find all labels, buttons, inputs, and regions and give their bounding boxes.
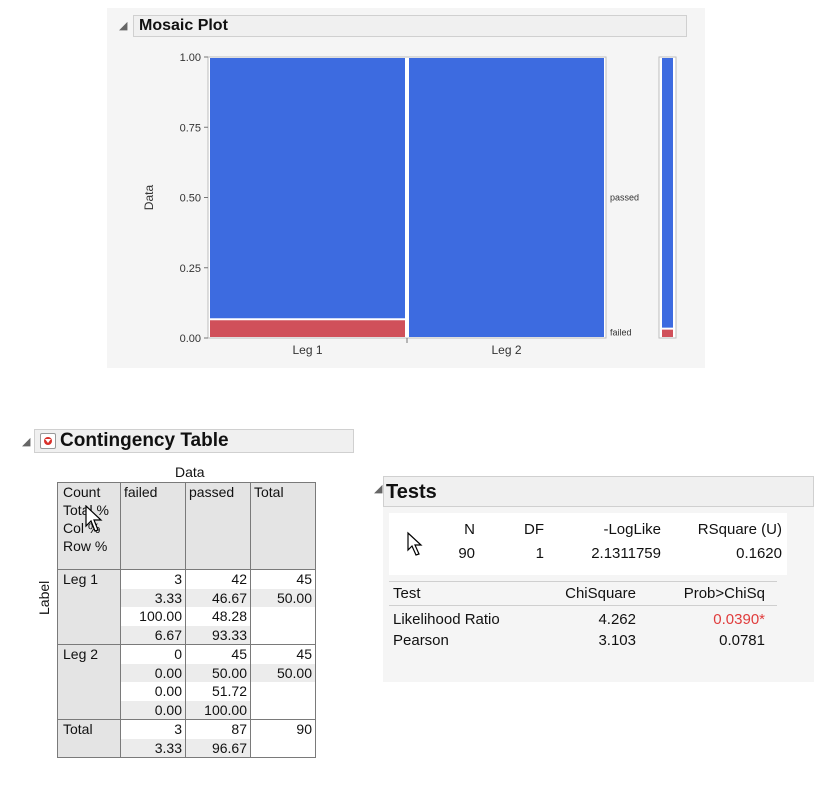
value: 50.00 — [186, 663, 250, 682]
value: 50.00 — [251, 663, 315, 682]
cell-total-passed: 87 96.67 — [185, 719, 251, 758]
cell-total-total: 90 — [250, 719, 316, 758]
contingency-row-group-label: Label — [36, 580, 52, 615]
y-tick-label: 0.75 — [180, 122, 201, 134]
value-df: 1 — [535, 545, 544, 562]
row-label-leg1: Leg 1 — [57, 569, 121, 645]
tests-header[interactable]: Tests — [383, 476, 814, 507]
contingency-disclosure-icon[interactable]: ◢ — [22, 436, 30, 448]
cell-total-failed: 3 3.33 — [120, 719, 186, 758]
x-category-label: Leg 1 — [292, 343, 322, 357]
table-row: Leg 2 0 0.00 0.00 0.00 45 50.00 51.72 10… — [57, 644, 316, 720]
value: 42 — [231, 571, 247, 587]
y-tick-label: 0.25 — [180, 263, 201, 275]
cell-leg1-total: 45 50.00 — [250, 569, 316, 645]
value-loglike: 2.1311759 — [591, 545, 661, 562]
value: 51.72 — [211, 683, 247, 699]
value: 0.00 — [121, 663, 185, 682]
y-tick-label: 0.00 — [180, 333, 201, 345]
value: 0.00 — [154, 683, 182, 699]
mosaic-bar-failed — [210, 320, 405, 337]
value: 45 — [231, 646, 247, 662]
mouse-cursor-icon — [85, 505, 103, 532]
value: 48.28 — [211, 608, 247, 624]
value: 100.00 — [139, 608, 182, 624]
value: 96.67 — [186, 738, 250, 757]
cell-leg1-passed: 42 46.67 48.28 93.33 — [185, 569, 251, 645]
col-header-rsquare: RSquare (U) — [697, 521, 782, 538]
contingency-col-group-label: Data — [175, 464, 205, 480]
prob-likelihood-significant: 0.0390* — [713, 611, 765, 628]
key-row-pct: Row % — [63, 538, 108, 554]
prob-pearson: 0.0781 — [719, 632, 765, 649]
cell-leg2-total: 45 50.00 — [250, 644, 316, 720]
col-header-test: Test — [393, 585, 421, 602]
red-triangle-menu-button[interactable] — [40, 433, 56, 449]
col-header-chisquare: ChiSquare — [565, 585, 636, 602]
chisq-likelihood: 4.262 — [598, 611, 636, 628]
col-header-loglike: -LogLike — [603, 521, 661, 538]
value: 45 — [296, 571, 312, 587]
row-label-total: Total — [57, 719, 121, 758]
value: 3.33 — [121, 588, 185, 607]
tests-disclosure-icon[interactable]: ◢ — [374, 483, 382, 495]
col-header-prob: Prob>ChiSq — [683, 585, 765, 602]
col-header-passed: passed — [185, 482, 251, 570]
col-header-failed: failed — [120, 482, 186, 570]
divider — [389, 605, 777, 606]
mosaic-disclosure-icon[interactable]: ◢ — [119, 20, 127, 32]
cell-leg1-failed: 3 3.33 100.00 6.67 — [120, 569, 186, 645]
mosaic-plot-title: Mosaic Plot — [139, 17, 228, 34]
table-row: Leg 1 3 3.33 100.00 6.67 42 46.67 48.28 … — [57, 569, 316, 645]
value: 50.00 — [251, 588, 315, 607]
chisq-pearson: 3.103 — [598, 632, 636, 649]
x-category-label: Leg 2 — [491, 343, 521, 357]
value-rsquare: 0.1620 — [736, 545, 782, 562]
level-label-passed: passed — [610, 193, 639, 203]
mosaic-bar-passed — [210, 58, 405, 319]
contingency-table-header[interactable]: Contingency Table — [34, 429, 354, 453]
mouse-cursor-icon — [407, 531, 423, 556]
level-label-failed: failed — [610, 327, 632, 337]
value: 100.00 — [186, 700, 250, 719]
divider — [389, 581, 777, 582]
col-header-n: N — [464, 521, 475, 538]
value: 0.00 — [121, 700, 185, 719]
value: 3.33 — [121, 738, 185, 757]
y-axis-label: Data — [142, 185, 156, 211]
cell-leg2-failed: 0 0.00 0.00 0.00 — [120, 644, 186, 720]
value: 45 — [296, 646, 312, 662]
table-row: Total 3 3.33 87 96.67 90 — [57, 719, 316, 758]
mosaic-plot-chart: 0.00 0.25 0.50 0.75 1.00 Data Leg 1 Leg 2 passed… — [142, 52, 677, 357]
y-tick-label: 0.50 — [180, 193, 201, 205]
value: 93.33 — [186, 625, 250, 644]
value: 46.67 — [186, 588, 250, 607]
mosaic-plot-header[interactable]: Mosaic Plot — [133, 15, 687, 37]
value: 90 — [296, 721, 312, 737]
mosaic-bar-passed — [409, 58, 604, 337]
col-header-total: Total — [250, 482, 316, 570]
key-count: Count — [63, 484, 101, 500]
contingency-table-title: Contingency Table — [60, 430, 229, 451]
value: 3 — [174, 571, 182, 587]
tests-title: Tests — [386, 481, 437, 503]
marginal-bar-failed — [662, 329, 673, 337]
red-triangle-icon — [44, 437, 52, 445]
y-tick-label: 1.00 — [180, 52, 201, 64]
value: 3 — [174, 721, 182, 737]
row-label-leg2: Leg 2 — [57, 644, 121, 720]
value: 0 — [174, 646, 182, 662]
test-name-likelihood: Likelihood Ratio — [393, 611, 500, 628]
value: 87 — [231, 721, 247, 737]
col-header-df: DF — [524, 521, 544, 538]
value-n: 90 — [458, 545, 475, 562]
value: 6.67 — [121, 625, 185, 644]
marginal-bar-passed — [662, 58, 673, 328]
test-name-pearson: Pearson — [393, 632, 449, 649]
cell-leg2-passed: 45 50.00 51.72 100.00 — [185, 644, 251, 720]
